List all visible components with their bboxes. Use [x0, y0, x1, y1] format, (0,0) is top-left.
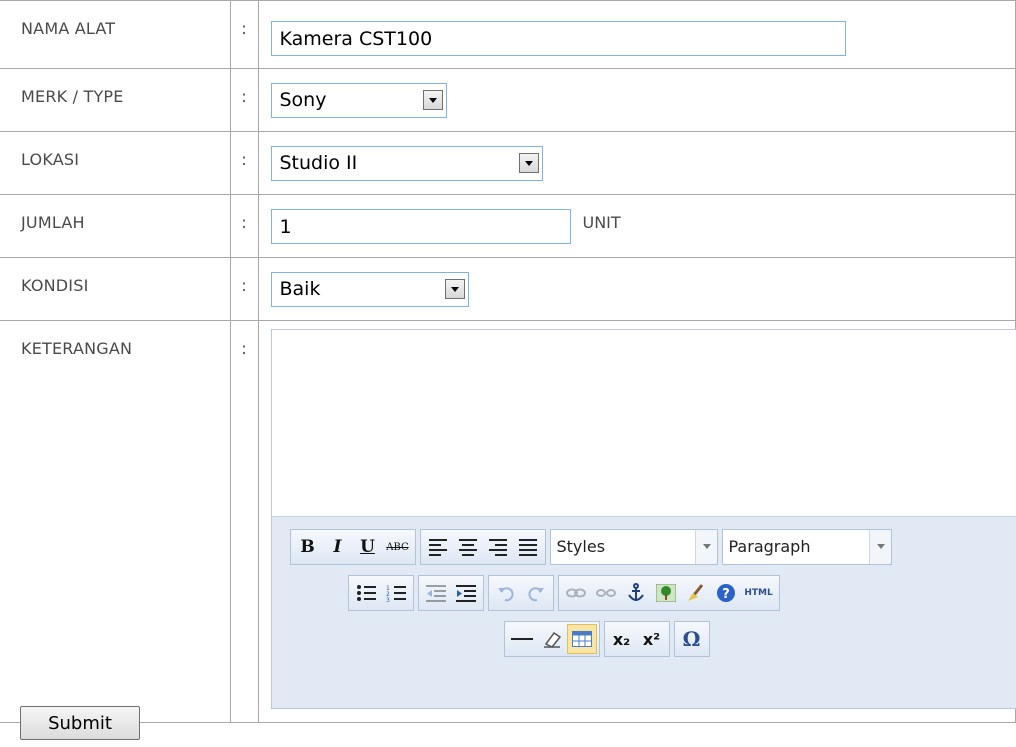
misc-group	[503, 621, 600, 657]
keterangan-editor-area[interactable]	[271, 330, 1016, 516]
script-group: x₂ x²	[603, 621, 670, 657]
keterangan-label: KETERANGAN	[0, 320, 231, 723]
undo-icon[interactable]	[491, 578, 521, 608]
superscript-button[interactable]: x²	[637, 624, 667, 654]
align-right-icon[interactable]	[483, 532, 513, 562]
italic-button[interactable]: I	[323, 532, 353, 562]
lokasi-label: LOKASI	[0, 131, 231, 195]
alignment-group	[419, 529, 546, 565]
redo-icon[interactable]	[521, 578, 551, 608]
jumlah-label: JUMLAH	[0, 194, 231, 258]
colon: :	[229, 68, 259, 132]
indent-group	[417, 575, 484, 611]
colon: :	[229, 0, 259, 69]
subscript-button[interactable]: x₂	[607, 624, 637, 654]
table-icon[interactable]	[566, 624, 597, 654]
submit-button[interactable]: Submit	[20, 706, 140, 740]
nama-alat-label: NAMA ALAT	[0, 0, 231, 69]
lokasi-select[interactable]: Studio II	[270, 146, 543, 181]
colon: :	[229, 131, 259, 195]
cleanup-icon[interactable]	[681, 578, 711, 608]
chevron-down-icon[interactable]	[868, 530, 891, 564]
html-source-button[interactable]: HTML	[741, 578, 777, 608]
link-icon[interactable]	[561, 578, 591, 608]
insert-group: ? HTML	[557, 575, 780, 611]
indent-icon[interactable]	[451, 578, 481, 608]
merk-type-select[interactable]: Sony	[270, 83, 447, 118]
align-justify-icon[interactable]	[513, 532, 543, 562]
text-format-group: B I U ABC	[289, 529, 416, 565]
lokasi-value: Studio II	[279, 152, 358, 174]
toolbar-row-2: 123 ? HTML	[347, 575, 784, 611]
bullet-list-icon[interactable]	[351, 578, 381, 608]
rich-text-editor: B I U ABC Styles Paragraph 1 2 3 ? HTML …	[270, 329, 1016, 709]
chevron-down-icon[interactable]	[694, 530, 717, 564]
colon: :	[229, 320, 259, 723]
styles-dropdown[interactable]: Styles	[549, 529, 718, 565]
list-group: 123	[347, 575, 414, 611]
unlink-icon[interactable]	[591, 578, 621, 608]
editor-toolbar: B I U ABC Styles Paragraph 1 2 3 ? HTML …	[271, 516, 1016, 708]
strikethrough-button[interactable]: ABC	[383, 532, 413, 562]
numbered-list-icon[interactable]: 123	[381, 578, 411, 608]
styles-dropdown-label: Styles	[556, 537, 606, 556]
anchor-icon[interactable]	[621, 578, 651, 608]
kondisi-value: Baik	[279, 278, 321, 300]
unit-label: UNIT	[582, 213, 621, 232]
charmap-group: Ω	[673, 621, 710, 657]
image-icon[interactable]	[651, 578, 681, 608]
history-group	[487, 575, 554, 611]
eraser-icon[interactable]	[537, 624, 567, 654]
align-left-icon[interactable]	[423, 532, 453, 562]
nama-alat-input[interactable]	[270, 21, 846, 56]
kondisi-label: KONDISI	[0, 257, 231, 321]
align-center-icon[interactable]	[453, 532, 483, 562]
bold-button[interactable]: B	[293, 532, 323, 562]
svg-text:3: 3	[386, 597, 390, 602]
kondisi-select[interactable]: Baik	[270, 272, 469, 307]
format-dropdown-label: Paragraph	[728, 537, 811, 556]
chevron-down-icon[interactable]	[518, 153, 539, 173]
colon: :	[229, 257, 259, 321]
colon: :	[229, 194, 259, 258]
help-icon[interactable]: ?	[711, 578, 741, 608]
outdent-icon[interactable]	[421, 578, 451, 608]
chevron-down-icon[interactable]	[444, 279, 465, 299]
merk-type-label: MERK / TYPE	[0, 68, 231, 132]
underline-button[interactable]: U	[353, 532, 383, 562]
format-dropdown[interactable]: Paragraph	[721, 529, 892, 565]
special-character-button[interactable]: Ω	[677, 624, 707, 654]
svg-text:?: ?	[722, 587, 730, 602]
chevron-down-icon[interactable]	[422, 90, 443, 110]
toolbar-row-1: B I U ABC Styles Paragraph	[289, 529, 896, 565]
jumlah-input[interactable]	[270, 209, 571, 244]
merk-type-value: Sony	[279, 89, 327, 111]
toolbar-row-3: x₂ x² Ω	[503, 621, 714, 657]
horizontal-rule-icon[interactable]	[507, 624, 537, 654]
equipment-form: NAMA ALAT : MERK / TYPE : Sony LOKASI : …	[0, 0, 1016, 723]
